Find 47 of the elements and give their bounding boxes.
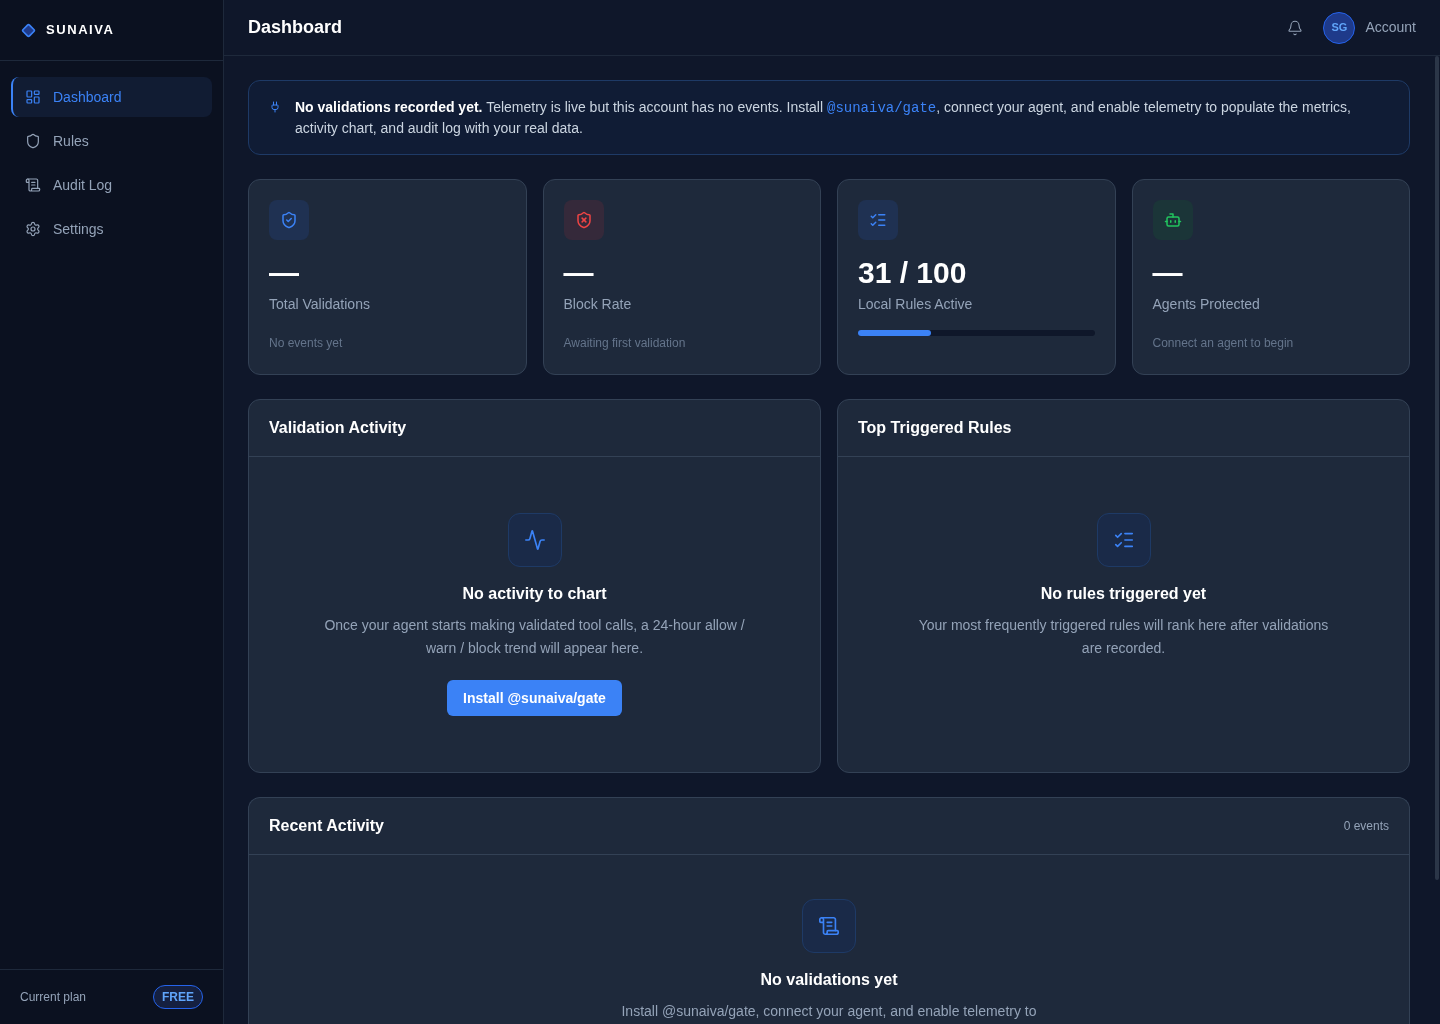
settings-icon: [25, 221, 41, 237]
pulse-icon: [507, 513, 562, 567]
stat-label: Block Rate: [563, 295, 632, 314]
install-button[interactable]: Install @sunaiva/gate: [447, 680, 622, 716]
checklist-icon: [1096, 513, 1151, 567]
plan-label: Current plan: [20, 989, 87, 1006]
banner-message: No validations recorded yet. Telemetry is live but this account has no events. Install @sunaiva/gate, connect your agent, and enable telemetry to populate the metrics, activity chart, and audit log with your real data.: [295, 98, 1352, 138]
page-title: Dashboard: [248, 16, 343, 39]
empty-state-title: No activity to chart: [462, 584, 607, 604]
stat-note: Awaiting first validation: [563, 335, 686, 351]
dashboard-icon: [25, 89, 41, 105]
stat-value: —: [269, 255, 299, 291]
user-avatar[interactable]: SG: [1323, 11, 1356, 44]
stat-value: 31 / 100: [858, 255, 967, 291]
scroll-icon: [802, 899, 856, 953]
sidebar-item[interactable]: Settings: [11, 209, 212, 249]
checklist-icon: [858, 200, 898, 240]
bell-icon[interactable]: [1287, 19, 1304, 36]
event-count: 0 events: [1343, 818, 1389, 835]
stat-label: Total Validations: [269, 295, 370, 314]
sidebar-item[interactable]: Audit Log: [11, 165, 212, 205]
brand-name: SUNAIVA: [46, 21, 115, 40]
empty-state-title: No validations yet: [760, 970, 898, 990]
scroll-icon: [25, 177, 41, 193]
empty-state-text: Install @sunaiva/gate, connect your agent, and enable telemetry to: [621, 1002, 1037, 1021]
shield-check-icon: [269, 200, 309, 240]
sidebar-item[interactable]: Dashboard: [11, 77, 212, 117]
panel-title: Validation Activity: [269, 418, 407, 438]
stat-value: —: [563, 255, 594, 291]
empty-state-text: Once your agent starts making validated tool calls, a 24-hour allow / warn / block trend will appear here.: [323, 616, 746, 658]
stat-note: No events yet: [269, 335, 343, 351]
shield-icon: [25, 133, 41, 149]
shield-x-icon: [563, 200, 604, 240]
panel-title: Top Triggered Rules: [858, 418, 1012, 438]
plug-icon: [269, 101, 281, 113]
diamond-logo-icon: [21, 22, 36, 38]
stat-label: Local Rules Active: [858, 295, 973, 314]
panel-title: Recent Activity: [269, 816, 384, 836]
stat-label: Agents Protected: [1152, 295, 1260, 314]
stat-value: —: [1152, 255, 1183, 291]
account-link[interactable]: Account: [1365, 17, 1416, 38]
sidebar-item[interactable]: Rules: [11, 121, 212, 161]
empty-state-title: No rules triggered yet: [1040, 584, 1207, 604]
stat-note: Connect an agent to begin: [1152, 335, 1294, 351]
empty-state-text: Your most frequently triggered rules will rank here after validations are recorded.: [917, 616, 1330, 658]
plan-badge: FREE: [153, 985, 203, 1009]
robot-icon: [1152, 200, 1193, 240]
